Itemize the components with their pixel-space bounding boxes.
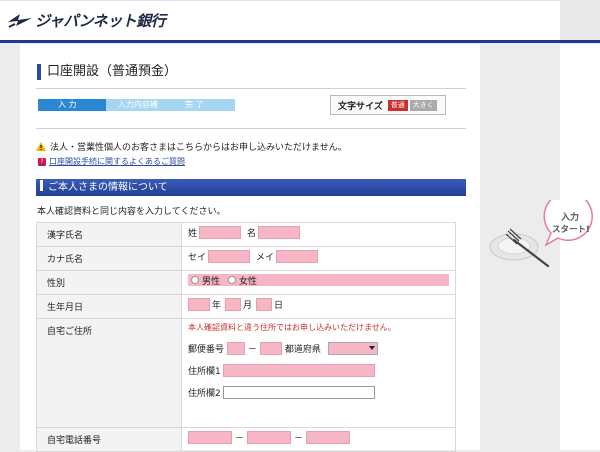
warning-icon: [36, 142, 46, 151]
bubble-text-line2: スタート!: [552, 224, 590, 235]
postal-code-part1-input[interactable]: [227, 342, 246, 355]
prefecture-label: 都道府県: [284, 345, 321, 355]
section-title: ご本人さまの情報について: [48, 182, 168, 193]
row-kana-name: カナ氏名 セイ メイ: [36, 246, 456, 271]
gender-male-label[interactable]: 男性: [202, 274, 220, 287]
input-start-illustration: 入力 スタート!: [489, 200, 593, 268]
row-address: 自宅ご住所 本人確認資料と違う住所ではお申し込みいただけません。 郵便番号 － …: [36, 318, 456, 428]
phone-part1-input[interactable]: [188, 431, 232, 444]
header-right-area: [560, 0, 600, 40]
label-address: 自宅ご住所: [36, 318, 182, 428]
row-phone: 自宅電話番号 － －: [36, 427, 456, 452]
row-kanji-name: 漢字氏名 姓 名: [36, 222, 456, 247]
question-icon: ?: [38, 157, 46, 166]
birth-month-input[interactable]: [225, 298, 242, 311]
steps-divider: [36, 128, 466, 129]
address-note: 本人確認資料と違う住所ではお申し込みいただけません。: [188, 323, 396, 332]
birth-month-label: 月: [243, 301, 253, 311]
kana-mei-label: メイ: [256, 253, 275, 263]
kana-sei-input[interactable]: [208, 250, 251, 263]
phone-separator-2: －: [294, 434, 304, 444]
postal-label: 郵便番号: [188, 345, 225, 355]
progress-steps: 入 力 入力内容確認 完 了: [38, 99, 235, 121]
postal-separator: －: [248, 345, 258, 355]
kanji-sei-input[interactable]: [199, 226, 242, 239]
kanji-mei-label: 名: [247, 229, 257, 239]
main-panel: 口座開設（普通預金） 入 力 入力内容確認 完 了 文字サイズ 普通 大きく 法…: [20, 44, 480, 452]
bank-name: ジャパンネット銀行: [35, 11, 166, 30]
section-intro: 本人確認資料と同じ内容を入力してください。: [37, 207, 226, 217]
section-bar-mark: [40, 180, 43, 191]
corporate-notice-text: 法人・営業性個人のお客さまはこちらからはお申し込みいただけません。: [50, 143, 347, 153]
address2-label: 住所欄2: [188, 389, 221, 399]
font-size-large-button[interactable]: 大きく: [409, 99, 437, 111]
step-confirm: 入力内容確認: [106, 99, 173, 121]
address1-label: 住所欄1: [188, 367, 221, 377]
kana-mei-input[interactable]: [276, 250, 319, 263]
label-kanji-name: 漢字氏名: [36, 222, 182, 247]
row-gender: 性別 男性 女性: [36, 270, 456, 295]
font-size-control: 文字サイズ 普通 大きく: [330, 95, 446, 115]
section-header: ご本人さまの情報について: [36, 179, 466, 196]
corporate-notice: 法人・営業性個人のお客さまはこちらからはお申し込みいただけません。: [36, 140, 347, 153]
birth-year-label: 年: [212, 301, 222, 311]
step-input: 入 力: [38, 99, 106, 111]
faq-link-text[interactable]: 口座開設手続に関するよくあるご質問: [49, 156, 185, 167]
personal-info-form: 漢字氏名 姓 名 カナ氏名 セイ メイ 性別 男性 女性 生年月日 年 月 日 …: [36, 222, 456, 452]
bubble-text-line1: 入力: [560, 211, 579, 223]
kanji-sei-label: 姓: [188, 229, 198, 239]
site-header: ジャパンネット銀行: [0, 0, 600, 43]
label-gender: 性別: [36, 270, 182, 295]
kana-sei-label: セイ: [188, 253, 207, 263]
phone-separator-1: －: [235, 434, 245, 444]
prefecture-select[interactable]: [327, 342, 378, 355]
label-kana-name: カナ氏名: [36, 246, 182, 271]
faq-link[interactable]: ? 口座開設手続に関するよくあるご質問: [38, 156, 185, 167]
step-complete: 完 了: [173, 99, 235, 111]
label-phone: 自宅電話番号: [36, 427, 182, 452]
gender-male-radio[interactable]: [191, 276, 199, 284]
label-birthdate: 生年月日: [36, 294, 182, 319]
birth-day-label: 日: [274, 301, 284, 311]
gender-radio-group: 男性 女性: [188, 274, 449, 287]
title-divider: [36, 88, 466, 89]
postal-code-part2-input[interactable]: [260, 342, 283, 355]
page-title: 口座開設（普通預金）: [37, 64, 177, 80]
address2-input[interactable]: [222, 386, 375, 399]
phone-part3-input[interactable]: [306, 431, 351, 444]
gender-female-radio[interactable]: [228, 276, 237, 284]
bank-logo[interactable]: ジャパンネット銀行: [6, 10, 166, 30]
font-size-label: 文字サイズ: [338, 101, 383, 112]
bank-logo-icon: [8, 14, 32, 28]
row-birthdate: 生年月日 年 月 日: [36, 294, 456, 319]
header-top-rule: [0, 0, 600, 1]
font-size-normal-button[interactable]: 普通: [387, 99, 408, 111]
phone-part2-input[interactable]: [247, 431, 292, 444]
birth-year-input[interactable]: [188, 298, 210, 311]
birth-day-input[interactable]: [256, 298, 273, 311]
chevron-down-icon: [368, 346, 375, 350]
kanji-mei-input[interactable]: [258, 226, 301, 239]
gender-female-label[interactable]: 女性: [239, 274, 257, 287]
address1-input[interactable]: [222, 364, 375, 377]
